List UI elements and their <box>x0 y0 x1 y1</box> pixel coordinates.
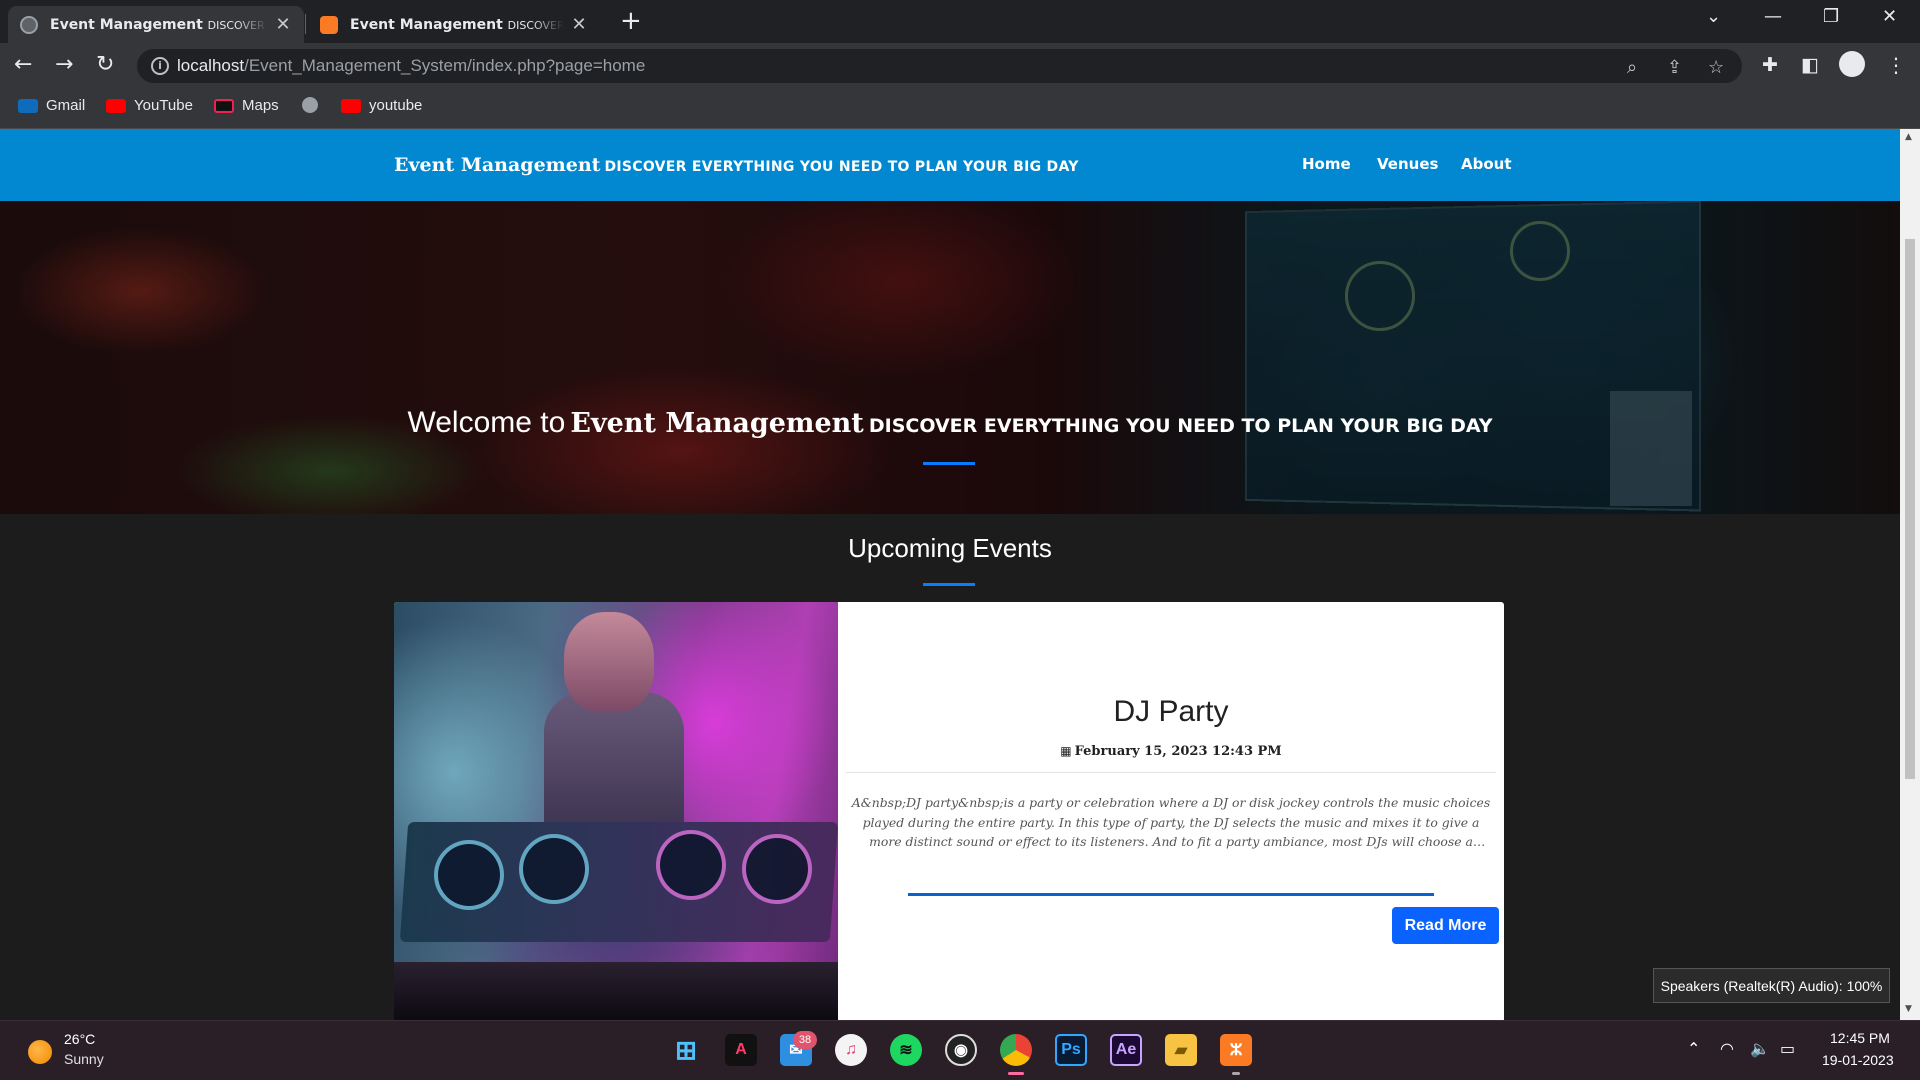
deck-knob <box>656 830 726 900</box>
hero-underline <box>923 462 975 465</box>
weather-temp[interactable]: 26°C <box>64 1031 95 1047</box>
spotify-icon[interactable]: ≋ <box>890 1034 922 1066</box>
dj-figure <box>544 692 684 832</box>
event-card: DJ Party ▦ February 15, 2023 12:43 PM A&n… <box>394 602 1504 1020</box>
nav-about[interactable]: About <box>1461 155 1512 173</box>
tab-separator <box>305 14 306 34</box>
site-brand[interactable]: Event Management DISCOVER EVERYTHING YOU … <box>394 154 1079 176</box>
extensions-icon[interactable]: ✚ <box>1762 53 1778 77</box>
battery-icon[interactable]: ▭ <box>1780 1039 1795 1058</box>
xampp-icon[interactable]: ⵣ <box>1220 1034 1252 1075</box>
xampp-icon <box>320 15 338 34</box>
close-tab-icon[interactable]: ✕ <box>274 14 292 35</box>
bookmark-globe[interactable] <box>302 97 326 113</box>
nav-home[interactable]: Home <box>1302 155 1351 173</box>
share-icon[interactable]: ⇪ <box>1667 57 1682 78</box>
bookmark-maps[interactable]: Maps <box>214 97 279 114</box>
globe-icon <box>20 15 38 34</box>
card-blue-rule <box>908 893 1434 896</box>
brand-tagline: DISCOVER EVERYTHING YOU NEED TO PLAN YOU… <box>604 159 1079 175</box>
mail-badge: 38 <box>793 1031 817 1049</box>
event-date: ▦ February 15, 2023 12:43 PM <box>1060 744 1282 759</box>
wifi-icon[interactable]: ◠ <box>1720 1039 1734 1058</box>
scroll-up-arrow[interactable]: ▲ <box>1905 132 1912 142</box>
new-tab-button[interactable]: + <box>620 8 642 34</box>
menu-icon[interactable]: ⋮ <box>1886 53 1906 77</box>
globe-icon <box>302 97 318 113</box>
maps-icon <box>214 98 234 113</box>
tab-strip: Event Management DISCOVER EVE ✕ Event Ma… <box>0 0 1920 43</box>
hero-heading: Welcome to Event Management DISCOVER EVE… <box>407 406 1493 439</box>
affinity-icon[interactable]: A <box>725 1034 757 1066</box>
scroll-thumb[interactable] <box>1905 239 1915 779</box>
windows-start-icon[interactable]: ⊞ <box>670 1034 702 1066</box>
browser-toolbar: ← → ↻ i localhost/Event_Management_Syste… <box>0 43 1920 89</box>
taskbar: 26°C Sunny ⊞ A ✉ 38 ♫ ≋ ◉ Ps Ae ▰ ⵣ ⌃ ◠ … <box>0 1020 1920 1080</box>
event-title: DJ Party <box>1113 695 1229 728</box>
tab-event-management-2[interactable]: Event Management DISCOVER EVE ✕ <box>308 6 600 43</box>
deck-knob <box>742 834 812 904</box>
chrome-icon[interactable] <box>1000 1034 1032 1075</box>
back-button[interactable]: ← <box>14 53 32 77</box>
bookmark-star-icon[interactable]: ☆ <box>1708 57 1724 78</box>
tab-title: Event Management DISCOVER EVE <box>350 16 564 33</box>
address-bar[interactable]: i localhost/Event_Management_System/inde… <box>137 49 1742 83</box>
side-panel-icon[interactable]: ◧ <box>1801 53 1819 77</box>
read-more-button[interactable]: Read More <box>1392 907 1499 944</box>
page-viewport: Event Management DISCOVER EVERYTHING YOU … <box>0 129 1900 1020</box>
chevron-up-icon[interactable]: ⌃ <box>1687 1039 1700 1058</box>
tab-title: Event Management DISCOVER EVE <box>50 16 268 33</box>
site-navbar: Event Management DISCOVER EVERYTHING YOU … <box>0 129 1900 201</box>
youtube-icon <box>341 98 361 113</box>
close-tab-icon[interactable]: ✕ <box>570 14 588 35</box>
file-explorer-icon[interactable]: ▰ <box>1165 1034 1197 1066</box>
photoshop-icon[interactable]: Ps <box>1055 1034 1087 1066</box>
hero-overlay <box>0 201 1900 514</box>
hero-banner: Welcome to Event Management DISCOVER EVE… <box>0 201 1900 514</box>
section-underline <box>923 583 975 586</box>
weather-desc[interactable]: Sunny <box>64 1051 104 1067</box>
section-title: Upcoming Events <box>848 533 1052 563</box>
close-window-button[interactable]: ✕ <box>1882 6 1897 27</box>
dj-head <box>564 612 654 712</box>
crowd <box>394 962 838 1020</box>
clock-date[interactable]: 19-01-2023 <box>1822 1052 1894 1068</box>
zoom-icon[interactable]: ⌕ <box>1627 57 1637 78</box>
card-divider <box>846 772 1496 773</box>
tab-event-management-1[interactable]: Event Management DISCOVER EVE ✕ <box>8 6 304 43</box>
after-effects-icon[interactable]: Ae <box>1110 1034 1142 1066</box>
volume-toast: Speakers (Realtek(R) Audio): 100% <box>1653 968 1890 1003</box>
nav-venues[interactable]: Venues <box>1377 155 1438 173</box>
calendar-icon: ▦ <box>1060 744 1072 758</box>
event-description: A&nbsp;DJ party&nbsp;is a party or celeb… <box>851 795 1491 849</box>
profile-avatar[interactable] <box>1839 51 1865 77</box>
scroll-down-arrow[interactable]: ▼ <box>1905 1004 1912 1014</box>
obs-icon[interactable]: ◉ <box>945 1034 977 1066</box>
deck-knob <box>519 834 589 904</box>
itunes-icon[interactable]: ♫ <box>835 1034 867 1066</box>
brand-name: Event Management <box>394 154 601 176</box>
tab-search-icon[interactable]: ⌄ <box>1706 6 1721 27</box>
volume-icon[interactable]: 🔈 <box>1750 1039 1770 1058</box>
minimize-button[interactable]: — <box>1764 6 1782 27</box>
youtube-icon <box>106 98 126 113</box>
deck-knob <box>434 840 504 910</box>
bookmark-gmail[interactable]: Gmail <box>18 97 85 114</box>
bookmarks-bar: Gmail YouTube Maps youtube <box>0 89 1920 129</box>
url-text[interactable]: localhost/Event_Management_System/index.… <box>177 56 645 76</box>
restore-button[interactable]: ❐ <box>1823 6 1839 27</box>
reload-button[interactable]: ↻ <box>96 53 114 77</box>
sun-icon[interactable] <box>28 1040 52 1064</box>
outlook-icon <box>18 98 38 113</box>
site-info-icon[interactable]: i <box>151 57 169 75</box>
page-scrollbar[interactable]: ▲ ▼ <box>1900 129 1920 1020</box>
bookmark-youtube[interactable]: YouTube <box>106 97 193 114</box>
forward-button[interactable]: → <box>55 53 73 77</box>
bookmark-youtube-2[interactable]: youtube <box>341 97 422 114</box>
clock-time[interactable]: 12:45 PM <box>1830 1030 1890 1046</box>
event-image <box>394 602 838 1020</box>
